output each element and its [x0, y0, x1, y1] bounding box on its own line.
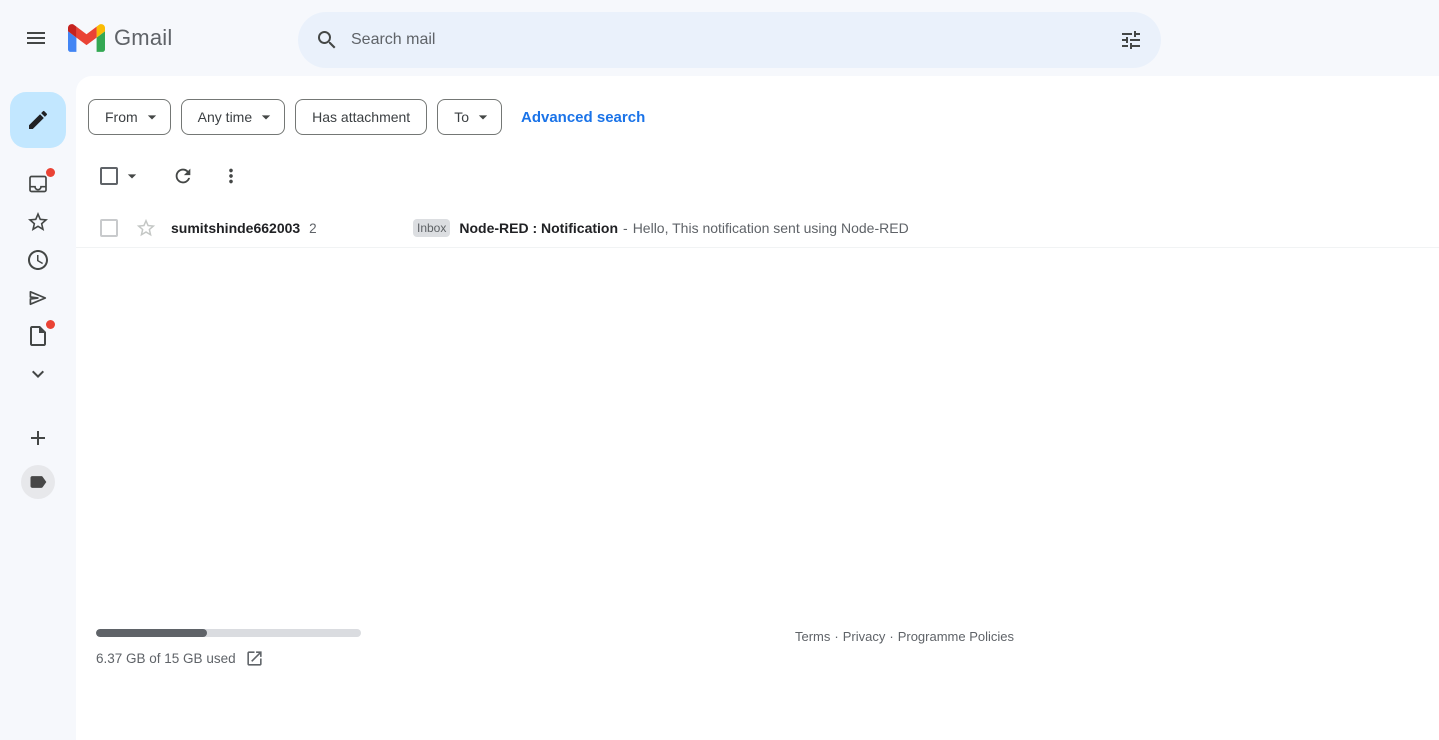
- email-thread-count: 2: [309, 221, 317, 236]
- more-options-button[interactable]: [220, 164, 244, 188]
- select-dropdown-button[interactable]: [122, 166, 142, 186]
- filter-chip-has-attachment[interactable]: Has attachment: [295, 99, 427, 135]
- select-all-checkbox[interactable]: [100, 167, 118, 185]
- programme-policies-link[interactable]: Programme Policies: [898, 629, 1014, 644]
- search-button[interactable]: [303, 16, 351, 64]
- search-options-button[interactable]: [1107, 16, 1155, 64]
- inbox-label-badge: Inbox: [413, 219, 450, 237]
- search-bar: [298, 12, 1161, 68]
- storage-meter: 6.37 GB of 15 GB used: [96, 629, 361, 668]
- sidebar-item-drafts[interactable]: [26, 324, 50, 348]
- sidebar-item-starred[interactable]: [26, 210, 50, 234]
- open-in-new-icon: [245, 649, 264, 668]
- terms-link[interactable]: Terms: [795, 629, 830, 644]
- more-vert-icon: [220, 165, 244, 187]
- chip-label: Any time: [198, 109, 252, 125]
- search-icon: [315, 28, 339, 52]
- chevron-down-icon: [256, 107, 276, 127]
- plus-icon: [26, 426, 50, 450]
- email-row[interactable]: sumitshinde662003 2 Inbox Node-RED : Not…: [76, 208, 1439, 248]
- main-menu-button[interactable]: [12, 14, 60, 62]
- sidebar-labels-section: [21, 426, 55, 499]
- sidebar-item-more[interactable]: [26, 362, 50, 386]
- email-checkbox[interactable]: [100, 219, 118, 237]
- filter-chip-any-time[interactable]: Any time: [181, 99, 285, 135]
- chevron-down-icon: [473, 107, 493, 127]
- star-icon: [135, 217, 157, 239]
- privacy-link[interactable]: Privacy: [843, 629, 886, 644]
- gmail-wordmark: Gmail: [114, 25, 172, 51]
- advanced-search-link[interactable]: Advanced search: [521, 109, 645, 126]
- sidebar-item-snoozed[interactable]: [26, 248, 50, 272]
- hamburger-icon: [24, 26, 48, 50]
- search-filter-chips: From Any time Has attachment To Advanced…: [76, 76, 1439, 135]
- sidebar-item-inbox[interactable]: [26, 172, 50, 196]
- chip-label: To: [454, 109, 469, 125]
- send-icon: [26, 286, 50, 310]
- main-content: From Any time Has attachment To Advanced…: [76, 76, 1439, 740]
- chevron-down-icon: [122, 166, 142, 186]
- clock-icon: [26, 248, 50, 272]
- email-subject: Node-RED : Notification: [459, 220, 618, 236]
- drafts-notification-dot: [46, 320, 55, 329]
- sidebar-nav: [26, 172, 50, 386]
- storage-bar[interactable]: [96, 629, 361, 637]
- gmail-m-icon: [68, 24, 105, 52]
- chip-label: From: [105, 109, 138, 125]
- chevron-down-icon: [26, 362, 50, 386]
- inbox-notification-dot: [46, 168, 55, 177]
- pencil-icon: [26, 108, 50, 132]
- label-icon: [28, 472, 48, 492]
- star-icon: [26, 210, 50, 234]
- compose-button[interactable]: [10, 92, 66, 148]
- subject-snippet-separator: -: [623, 220, 628, 236]
- footer-separator: ·: [889, 629, 893, 644]
- gmail-logo[interactable]: Gmail: [68, 24, 172, 52]
- footer-separator: ·: [834, 629, 838, 644]
- footer-links: Terms·Privacy·Programme Policies: [795, 629, 1014, 644]
- add-label-button[interactable]: [26, 426, 50, 450]
- labels-button[interactable]: [21, 465, 55, 499]
- sidebar: [0, 76, 76, 740]
- email-snippet: Hello, This notification sent using Node…: [633, 220, 909, 236]
- email-subject-column: Inbox Node-RED : Notification - Hello, T…: [413, 219, 909, 237]
- storage-manage-button[interactable]: [245, 648, 265, 668]
- tune-icon: [1119, 28, 1143, 52]
- email-sender: sumitshinde662003: [171, 220, 300, 236]
- filter-chip-to[interactable]: To: [437, 99, 502, 135]
- storage-used-text: 6.37 GB of 15 GB used: [96, 651, 236, 666]
- chip-label: Has attachment: [312, 109, 410, 125]
- list-toolbar: [100, 164, 1439, 188]
- refresh-icon: [172, 165, 196, 187]
- search-input[interactable]: [351, 12, 1107, 68]
- storage-bar-fill: [96, 629, 207, 637]
- top-bar: Gmail: [0, 0, 1439, 76]
- chevron-down-icon: [142, 107, 162, 127]
- filter-chip-from[interactable]: From: [88, 99, 171, 135]
- email-sender-column: sumitshinde662003 2: [171, 220, 413, 236]
- star-toggle[interactable]: [135, 217, 157, 239]
- refresh-button[interactable]: [172, 164, 196, 188]
- sidebar-item-sent[interactable]: [26, 286, 50, 310]
